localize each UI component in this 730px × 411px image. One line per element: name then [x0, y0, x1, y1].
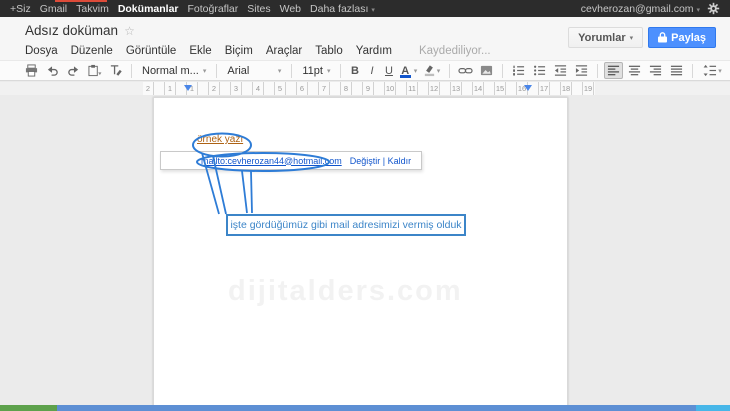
align-justify-icon[interactable]: [667, 62, 686, 79]
styles-dropdown[interactable]: Normal m...▾: [138, 62, 210, 79]
account-menu[interactable]: cevherozan@gmail.com ▾: [581, 3, 700, 15]
menu-tools[interactable]: Araçlar: [266, 45, 302, 57]
document-title[interactable]: Adsız doküman: [25, 23, 118, 38]
star-outline-icon[interactable]: ☆: [124, 24, 135, 38]
google-topbar: +Siz Gmail Takvim Dokümanlar Fotoğraflar…: [0, 0, 730, 17]
toolbar-separator: [291, 64, 292, 78]
caret-down-icon: ▾: [630, 34, 634, 42]
undo-icon[interactable]: [43, 62, 62, 79]
saving-status: Kaydediliyor...: [419, 45, 491, 57]
bulleted-list-icon[interactable]: [530, 62, 549, 79]
menu-insert[interactable]: Ekle: [189, 45, 211, 57]
redo-icon[interactable]: [64, 62, 83, 79]
active-tab-indicator: [55, 0, 107, 2]
menu-format[interactable]: Biçim: [225, 45, 253, 57]
menubar: Dosya Düzenle Görüntüle Ekle Biçim Araçl…: [25, 45, 491, 57]
right-indent-marker[interactable]: [524, 85, 532, 91]
progress-segment-light: [696, 405, 730, 411]
gear-icon[interactable]: [707, 2, 720, 15]
toolbar-separator: [597, 64, 598, 78]
progress-segment-green: [0, 405, 57, 411]
toolbar-separator: [449, 64, 450, 78]
topbar-item-sites[interactable]: Sites: [247, 3, 270, 15]
bold-button[interactable]: B: [347, 65, 362, 77]
annotation-callout-box: işte gördüğümüz gibi mail adresimizi ver…: [226, 214, 466, 236]
editing-toolbar: Normal m...▾ Arial▾ 11pt▾ B I U A▾ ▾ ▾: [0, 60, 730, 81]
menu-view[interactable]: Görüntüle: [126, 45, 177, 57]
comments-button[interactable]: Yorumlar▾: [568, 27, 643, 48]
google-docs-window: +Siz Gmail Takvim Dokümanlar Fotoğraflar…: [0, 0, 730, 411]
mailto-link[interactable]: mailto:cevherozan44@hotmail.com: [201, 156, 342, 166]
font-size-dropdown[interactable]: 11pt▾: [298, 62, 334, 79]
change-link-button[interactable]: Değiştir: [350, 156, 381, 166]
text-color-icon[interactable]: A▾: [398, 62, 417, 79]
topbar-item-more[interactable]: Daha fazlası ▾: [310, 3, 375, 15]
italic-button[interactable]: I: [364, 65, 379, 77]
menu-edit[interactable]: Düzenle: [71, 45, 113, 57]
decrease-indent-icon[interactable]: [551, 62, 570, 79]
topbar-item-calendar[interactable]: Takvim: [76, 3, 109, 15]
toolbar-separator: [340, 64, 341, 78]
toolbar-separator: [216, 64, 217, 78]
lock-icon: [658, 32, 667, 43]
align-right-icon[interactable]: [646, 62, 665, 79]
topbar-item-photos[interactable]: Fotoğraflar: [188, 3, 239, 15]
increase-indent-icon[interactable]: [572, 62, 591, 79]
align-center-icon[interactable]: [625, 62, 644, 79]
font-dropdown[interactable]: Arial▾: [223, 62, 285, 79]
popup-separator: |: [383, 156, 385, 166]
align-left-icon[interactable]: [604, 62, 623, 79]
highlight-color-icon[interactable]: ▾: [419, 62, 443, 79]
web-clipboard-icon[interactable]: [85, 62, 104, 79]
watermark: dijitalders.com: [228, 275, 463, 308]
topbar-item-gmail[interactable]: Gmail: [40, 3, 67, 15]
menu-file[interactable]: Dosya: [25, 45, 58, 57]
document-canvas: dijitalders.com örnek yazı mailto:cevher…: [0, 95, 730, 405]
caret-down-icon: ▾: [696, 7, 700, 14]
toolbar-separator: [692, 64, 693, 78]
toolbar-separator: [502, 64, 503, 78]
ruler: 2112345678910111213141516171819: [0, 82, 730, 95]
remove-link-button[interactable]: Kaldır: [388, 156, 412, 166]
progress-segment-blue: [57, 405, 696, 411]
insert-link-icon[interactable]: [456, 62, 475, 79]
document-hyperlink-text[interactable]: örnek yazı: [197, 134, 243, 145]
numbered-list-icon[interactable]: [509, 62, 528, 79]
underline-button[interactable]: U: [381, 65, 396, 77]
link-bubble: mailto:cevherozan44@hotmail.com Değiştir…: [160, 151, 422, 170]
menu-table[interactable]: Tablo: [315, 45, 343, 57]
line-spacing-icon[interactable]: ▾: [699, 62, 725, 79]
caret-down-icon: ▾: [371, 7, 375, 14]
insert-image-icon[interactable]: [477, 62, 496, 79]
topbar-item-web[interactable]: Web: [280, 3, 301, 15]
share-button[interactable]: Paylaş: [648, 27, 716, 48]
toolbar-separator: [131, 64, 132, 78]
menu-help[interactable]: Yardım: [356, 45, 392, 57]
left-indent-marker[interactable]: [184, 85, 192, 91]
topbar-item-documents[interactable]: Dokümanlar: [118, 3, 179, 15]
video-progress-bar[interactable]: [0, 405, 730, 411]
topbar-item-plus-you[interactable]: +Siz: [10, 3, 31, 15]
document-header: Adsız doküman ☆ Dosya Düzenle Görüntüle …: [0, 17, 730, 60]
print-icon[interactable]: [22, 62, 41, 79]
paint-format-icon[interactable]: [106, 62, 125, 79]
